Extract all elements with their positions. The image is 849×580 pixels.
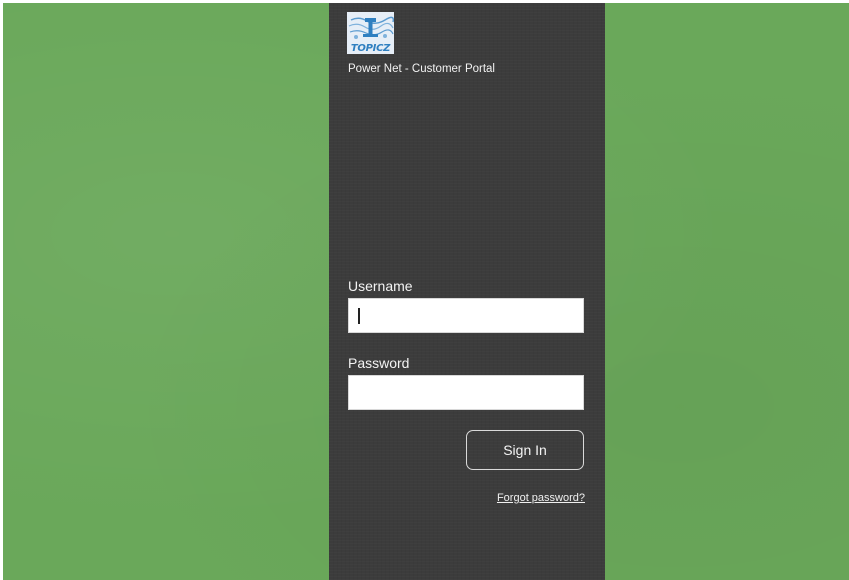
text-cursor <box>358 308 360 324</box>
password-label: Password <box>348 355 410 371</box>
sign-in-button[interactable]: Sign In <box>466 430 584 470</box>
logo-text: TOPICZ <box>350 43 391 54</box>
username-input[interactable] <box>348 298 584 333</box>
page-background: TOPICZ Power Net - Customer Portal Usern… <box>3 3 849 580</box>
forgot-password-link[interactable]: Forgot password? <box>497 492 585 504</box>
portal-title: Power Net - Customer Portal <box>348 63 495 75</box>
login-panel: TOPICZ Power Net - Customer Portal Usern… <box>329 3 605 580</box>
topicz-logo-icon: TOPICZ <box>347 12 394 54</box>
password-input[interactable] <box>348 375 584 410</box>
username-label: Username <box>348 278 413 294</box>
